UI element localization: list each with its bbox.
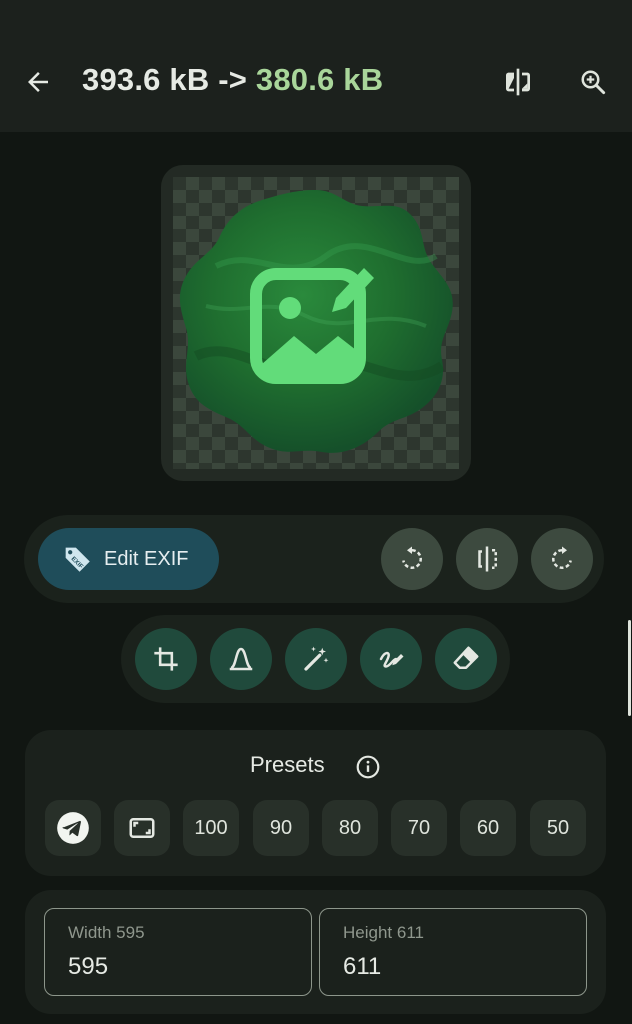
zoom-in-icon bbox=[581, 70, 606, 95]
rotate-left-button[interactable] bbox=[381, 528, 443, 590]
preset-90-label: 90 bbox=[269, 816, 293, 839]
crop-button[interactable] bbox=[135, 628, 197, 690]
curves-button[interactable] bbox=[210, 628, 272, 690]
draw-button[interactable] bbox=[360, 628, 422, 690]
crop-icon bbox=[154, 647, 178, 671]
preset-100[interactable]: 100 bbox=[183, 800, 239, 856]
presets-label: Presets bbox=[250, 752, 325, 777]
eraser-button[interactable] bbox=[435, 628, 497, 690]
flip-button[interactable] bbox=[456, 528, 518, 590]
zoom-button[interactable] bbox=[569, 58, 617, 106]
preset-80[interactable]: 80 bbox=[322, 800, 378, 856]
telegram-icon bbox=[57, 812, 89, 844]
scrollbar[interactable] bbox=[628, 620, 631, 716]
magic-wand-icon bbox=[304, 646, 329, 671]
aspect-ratio-icon bbox=[129, 818, 155, 838]
preset-70[interactable]: 70 bbox=[391, 800, 447, 856]
edit-exif-label: Edit EXIF bbox=[104, 547, 189, 570]
height-label: Height 611 bbox=[343, 923, 424, 942]
width-value[interactable]: 595 bbox=[68, 953, 108, 981]
preset-60[interactable]: 60 bbox=[460, 800, 516, 856]
flip-icon bbox=[478, 546, 497, 572]
file-size-title: 393.6 kB -> 380.6 kB bbox=[82, 62, 383, 98]
height-value[interactable]: 611 bbox=[343, 953, 381, 981]
preset-fit-screen[interactable] bbox=[114, 800, 170, 856]
tag-icon: EXIF bbox=[64, 547, 90, 572]
eraser-icon bbox=[453, 646, 479, 669]
preset-60-label: 60 bbox=[476, 816, 500, 839]
filters-button[interactable] bbox=[285, 628, 347, 690]
width-label: Width 595 bbox=[68, 923, 145, 942]
preset-80-label: 80 bbox=[338, 816, 362, 839]
rotate-right-icon bbox=[552, 546, 572, 569]
preset-50[interactable]: 50 bbox=[530, 800, 586, 856]
preset-telegram[interactable] bbox=[45, 800, 101, 856]
presets-title: Presets bbox=[250, 752, 325, 778]
preset-50-label: 50 bbox=[546, 816, 570, 839]
rotate-left-icon bbox=[402, 546, 422, 569]
original-size: 393.6 kB bbox=[82, 62, 210, 97]
info-icon[interactable] bbox=[355, 754, 381, 780]
size-arrow: -> bbox=[209, 62, 256, 97]
preview-image bbox=[179, 190, 453, 453]
back-button[interactable] bbox=[14, 58, 62, 106]
preset-70-label: 70 bbox=[407, 816, 431, 839]
preset-90[interactable]: 90 bbox=[253, 800, 309, 856]
edit-exif-button[interactable]: EXIF Edit EXIF bbox=[38, 528, 219, 590]
rotate-right-button[interactable] bbox=[531, 528, 593, 590]
curves-icon bbox=[229, 647, 253, 671]
preset-100-label: 100 bbox=[194, 816, 228, 839]
height-field[interactable]: Height 611 611 bbox=[319, 908, 587, 996]
compare-icon bbox=[506, 68, 530, 96]
width-field[interactable]: Width 595 595 bbox=[44, 908, 312, 996]
compare-button[interactable] bbox=[494, 58, 542, 106]
draw-icon bbox=[379, 651, 404, 668]
new-size: 380.6 kB bbox=[255, 62, 384, 97]
arrow-back-icon bbox=[28, 72, 48, 92]
